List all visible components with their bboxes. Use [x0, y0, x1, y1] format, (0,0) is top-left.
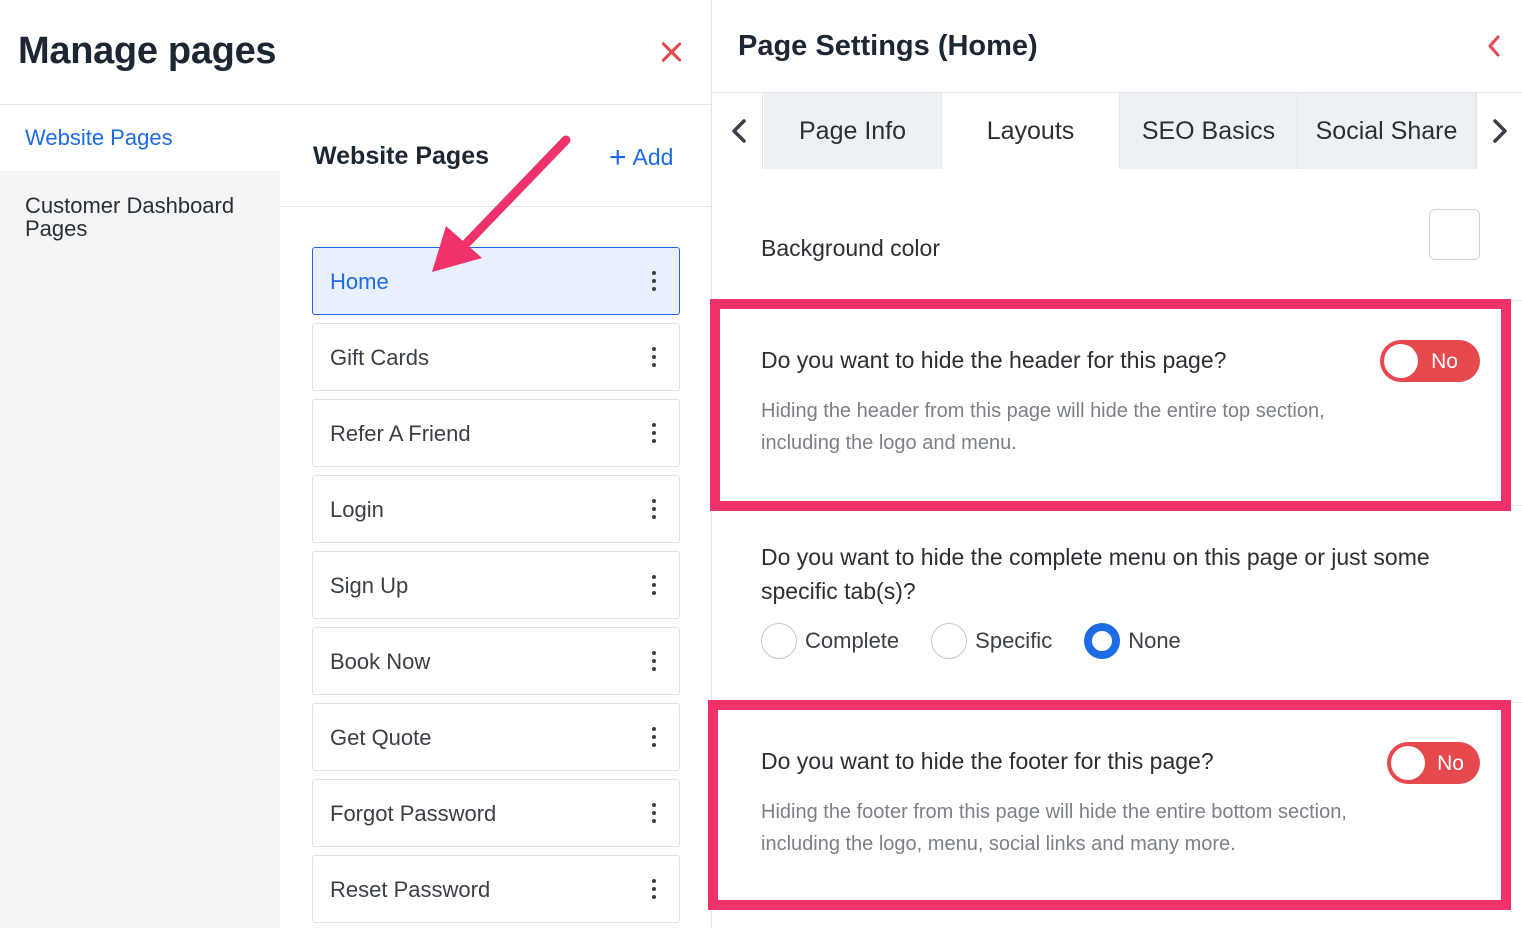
kebab-menu-icon[interactable] — [651, 803, 657, 825]
plus-icon: + — [609, 140, 627, 174]
manage-pages-title: Manage pages — [18, 30, 277, 72]
page-label: Refer A Friend — [330, 421, 471, 446]
page-item-get-quote[interactable]: Get Quote — [312, 703, 680, 771]
kebab-menu-icon[interactable] — [651, 651, 657, 673]
radio-complete[interactable]: Complete — [761, 623, 899, 659]
hide-footer-question: Do you want to hide the footer for this … — [761, 748, 1214, 774]
page-label: Sign Up — [330, 573, 409, 598]
manage-pages-header: Manage pages — [0, 0, 712, 105]
hide-menu-options: Complete Specific None — [761, 623, 1213, 659]
page-group-nav: Website Pages Customer Dashboard Pages — [0, 106, 280, 928]
pages-column: Website Pages + Add Home Gift Cards Refe… — [280, 106, 712, 928]
radio-none[interactable]: None — [1084, 623, 1181, 659]
pages-header: Website Pages + Add — [280, 106, 712, 207]
background-color-swatch[interactable] — [1429, 209, 1480, 260]
radio-label: Complete — [805, 628, 900, 653]
radio-circle — [761, 623, 797, 659]
page-label: Book Now — [330, 649, 431, 674]
add-label: Add — [632, 144, 674, 170]
toggle-knob — [1391, 746, 1425, 780]
hide-header-description: Hiding the header from this page will hi… — [761, 400, 1325, 454]
page-item-forgot-password[interactable]: Forgot Password — [312, 779, 680, 847]
radio-circle — [1084, 623, 1121, 659]
hide-header-question: Do you want to hide the header for this … — [761, 347, 1227, 373]
kebab-menu-icon[interactable] — [651, 727, 657, 749]
radio-label: Specific — [975, 628, 1053, 653]
radio-specific[interactable]: Specific — [931, 623, 1052, 659]
page-item-home[interactable]: Home — [312, 247, 680, 315]
page-label: Reset Password — [330, 877, 491, 902]
collapse-chevron-icon[interactable] — [1483, 33, 1505, 59]
kebab-menu-icon[interactable] — [651, 575, 657, 597]
tab-layouts[interactable]: Layouts — [942, 93, 1120, 169]
page-item-refer-a-friend[interactable]: Refer A Friend — [312, 399, 680, 467]
close-icon[interactable] — [655, 36, 687, 68]
tab-seo-basics[interactable]: SEO Basics — [1120, 93, 1298, 169]
page-item-gift-cards[interactable]: Gift Cards — [312, 323, 680, 391]
page-settings-header: Page Settings (Home) — [713, 0, 1522, 93]
chevron-right-icon — [1493, 119, 1507, 143]
hide-header-toggle[interactable]: No — [1380, 340, 1480, 382]
page-settings-title: Page Settings (Home) — [738, 30, 1038, 62]
page-list: Home Gift Cards Refer A Friend Login Sig… — [312, 247, 680, 928]
page-item-login[interactable]: Login — [312, 475, 680, 543]
manage-pages-panel: Manage pages Website Pages Customer Dash… — [0, 0, 712, 928]
tab-page-info[interactable]: Page Info — [764, 93, 942, 169]
settings-tabs: Page Info Layouts SEO Basics Social Shar… — [713, 93, 1522, 169]
divider — [713, 300, 1522, 301]
hide-footer-description: Hiding the footer from this page will hi… — [761, 801, 1347, 855]
page-item-sign-up[interactable]: Sign Up — [312, 551, 680, 619]
chevron-left-icon — [732, 119, 746, 143]
page-item-book-now[interactable]: Book Now — [312, 627, 680, 695]
divider — [713, 702, 1522, 703]
kebab-menu-icon[interactable] — [651, 347, 657, 369]
background-color-label: Background color — [761, 235, 940, 261]
hide-menu-question: Do you want to hide the complete menu on… — [761, 544, 1430, 604]
toggle-label: No — [1437, 752, 1464, 775]
page-item-reset-password[interactable]: Reset Password — [312, 855, 680, 923]
tabs-next-button[interactable] — [1476, 93, 1522, 169]
hide-footer-toggle[interactable]: No — [1387, 742, 1480, 784]
toggle-knob — [1384, 344, 1418, 378]
tab-social-share[interactable]: Social Share — [1298, 93, 1476, 169]
page-settings-panel: Page Settings (Home) Page Info Layouts S… — [713, 0, 1522, 928]
page-label: Forgot Password — [330, 801, 497, 826]
kebab-menu-icon[interactable] — [651, 499, 657, 521]
kebab-menu-icon[interactable] — [651, 271, 657, 293]
radio-label: None — [1128, 628, 1181, 653]
divider — [713, 505, 1522, 506]
nav-item-website-pages[interactable]: Website Pages — [0, 106, 280, 171]
pages-title: Website Pages — [313, 142, 490, 170]
tabs-prev-button[interactable] — [713, 93, 763, 169]
kebab-menu-icon[interactable] — [651, 423, 657, 445]
nav-item-customer-dashboard-pages[interactable]: Customer Dashboard Pages — [0, 194, 240, 240]
page-label: Get Quote — [330, 725, 432, 750]
page-label: Login — [330, 497, 384, 522]
page-label: Gift Cards — [330, 345, 430, 370]
kebab-menu-icon[interactable] — [651, 879, 657, 901]
toggle-label: No — [1431, 350, 1458, 373]
page-label: Home — [330, 269, 389, 294]
app-root: Manage pages Website Pages Customer Dash… — [0, 0, 1522, 928]
add-page-button[interactable]: + Add — [609, 140, 674, 174]
radio-circle — [931, 623, 968, 659]
